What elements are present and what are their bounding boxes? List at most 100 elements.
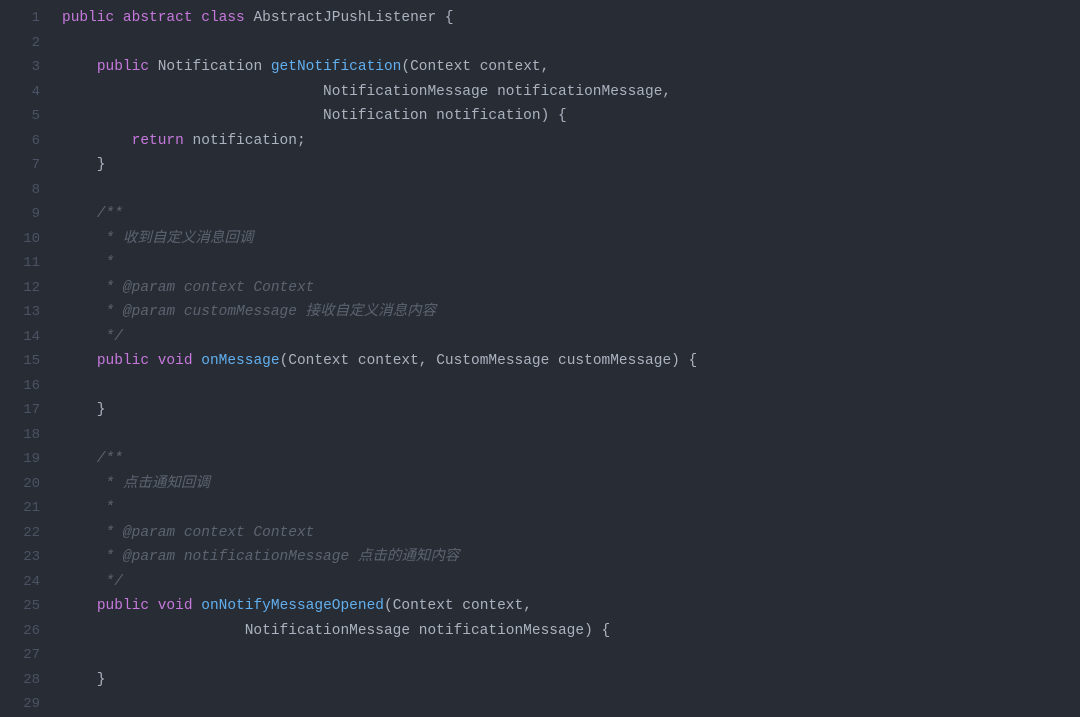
code-line[interactable]: public abstract class AbstractJPushListe… — [62, 6, 1080, 31]
line-number: 8 — [0, 178, 40, 203]
code-token: void — [158, 598, 193, 614]
code-token: } — [62, 672, 106, 688]
line-number: 2 — [0, 31, 40, 56]
code-line[interactable]: public void onNotifyMessageOpened(Contex… — [62, 594, 1080, 619]
code-line[interactable]: * 收到自定义消息回调 — [62, 227, 1080, 252]
line-number: 24 — [0, 570, 40, 595]
line-number: 17 — [0, 398, 40, 423]
code-line[interactable]: public void onMessage(Context context, C… — [62, 349, 1080, 374]
code-token: Notification — [158, 59, 262, 75]
code-line[interactable]: } — [62, 398, 1080, 423]
code-token — [149, 353, 158, 369]
code-token: /** — [62, 206, 123, 222]
line-number: 7 — [0, 153, 40, 178]
code-token: */ — [62, 574, 123, 590]
code-token: /** — [62, 451, 123, 467]
line-number: 16 — [0, 374, 40, 399]
code-token — [262, 59, 271, 75]
code-line[interactable]: * — [62, 251, 1080, 276]
code-token: getNotification — [271, 59, 402, 75]
code-token: onMessage — [201, 353, 279, 369]
code-token: Context context, CustomMessage customMes… — [288, 353, 697, 369]
line-number: 13 — [0, 300, 40, 325]
code-line[interactable]: } — [62, 668, 1080, 693]
code-line[interactable]: * — [62, 496, 1080, 521]
code-line[interactable]: * @param customMessage 接收自定义消息内容 — [62, 300, 1080, 325]
code-token — [149, 598, 158, 614]
code-token: Context context, — [410, 59, 549, 75]
code-line[interactable] — [62, 643, 1080, 668]
code-line[interactable]: NotificationMessage notificationMessage, — [62, 80, 1080, 105]
line-number: 15 — [0, 349, 40, 374]
line-number: 20 — [0, 472, 40, 497]
code-token — [114, 10, 123, 26]
line-number: 22 — [0, 521, 40, 546]
code-token — [62, 353, 97, 369]
code-token: abstract — [123, 10, 193, 26]
code-token: class — [201, 10, 245, 26]
code-line[interactable]: NotificationMessage notificationMessage)… — [62, 619, 1080, 644]
code-token — [62, 59, 97, 75]
code-token: public — [97, 598, 149, 614]
code-token: Context context, — [393, 598, 532, 614]
code-line[interactable]: */ — [62, 325, 1080, 350]
line-number: 12 — [0, 276, 40, 301]
code-token: * — [62, 255, 114, 271]
code-token: * @param context Context — [62, 525, 314, 541]
code-token: AbstractJPushListener — [253, 10, 436, 26]
line-number: 4 — [0, 80, 40, 105]
code-line[interactable]: Notification notification) { — [62, 104, 1080, 129]
code-token: * — [62, 500, 114, 516]
line-number: 26 — [0, 619, 40, 644]
code-line[interactable] — [62, 423, 1080, 448]
code-line[interactable]: * 点击通知回调 — [62, 472, 1080, 497]
line-number: 27 — [0, 643, 40, 668]
code-line[interactable]: public Notification getNotification(Cont… — [62, 55, 1080, 80]
code-line[interactable] — [62, 692, 1080, 717]
code-editor-content[interactable]: public abstract class AbstractJPushListe… — [52, 0, 1080, 717]
line-number: 10 — [0, 227, 40, 252]
code-line[interactable] — [62, 31, 1080, 56]
code-token — [193, 353, 202, 369]
code-token: public — [62, 10, 114, 26]
line-number: 6 — [0, 129, 40, 154]
code-line[interactable]: * @param context Context — [62, 521, 1080, 546]
line-number: 18 — [0, 423, 40, 448]
code-line[interactable] — [62, 374, 1080, 399]
code-token — [193, 598, 202, 614]
code-token: */ — [62, 329, 123, 345]
code-token: } — [62, 402, 106, 418]
line-number: 19 — [0, 447, 40, 472]
code-token — [62, 598, 97, 614]
code-token: public — [97, 353, 149, 369]
code-token: { — [436, 10, 453, 26]
code-token: * @param customMessage 接收自定义消息内容 — [62, 304, 436, 320]
line-number: 11 — [0, 251, 40, 276]
code-token: public — [97, 59, 149, 75]
code-token: * 收到自定义消息回调 — [62, 231, 253, 247]
code-line[interactable] — [62, 178, 1080, 203]
line-number: 5 — [0, 104, 40, 129]
code-token: } — [62, 157, 106, 173]
line-number: 9 — [0, 202, 40, 227]
code-line[interactable]: * @param notificationMessage 点击的通知内容 — [62, 545, 1080, 570]
code-line[interactable]: * @param context Context — [62, 276, 1080, 301]
code-token — [62, 133, 132, 149]
code-token: ( — [401, 59, 410, 75]
line-number-gutter: 1234567891011121314151617181920212223242… — [0, 0, 52, 717]
code-line[interactable]: } — [62, 153, 1080, 178]
line-number: 25 — [0, 594, 40, 619]
code-token: * @param context Context — [62, 280, 314, 296]
code-token: void — [158, 353, 193, 369]
code-line[interactable]: return notification; — [62, 129, 1080, 154]
code-line[interactable]: /** — [62, 202, 1080, 227]
code-line[interactable]: /** — [62, 447, 1080, 472]
code-token: return — [132, 133, 184, 149]
code-line[interactable]: */ — [62, 570, 1080, 595]
code-token: * 点击通知回调 — [62, 476, 210, 492]
line-number: 21 — [0, 496, 40, 521]
code-token: ( — [280, 353, 289, 369]
line-number: 3 — [0, 55, 40, 80]
code-token: notification; — [184, 133, 306, 149]
code-token: onNotifyMessageOpened — [201, 598, 384, 614]
